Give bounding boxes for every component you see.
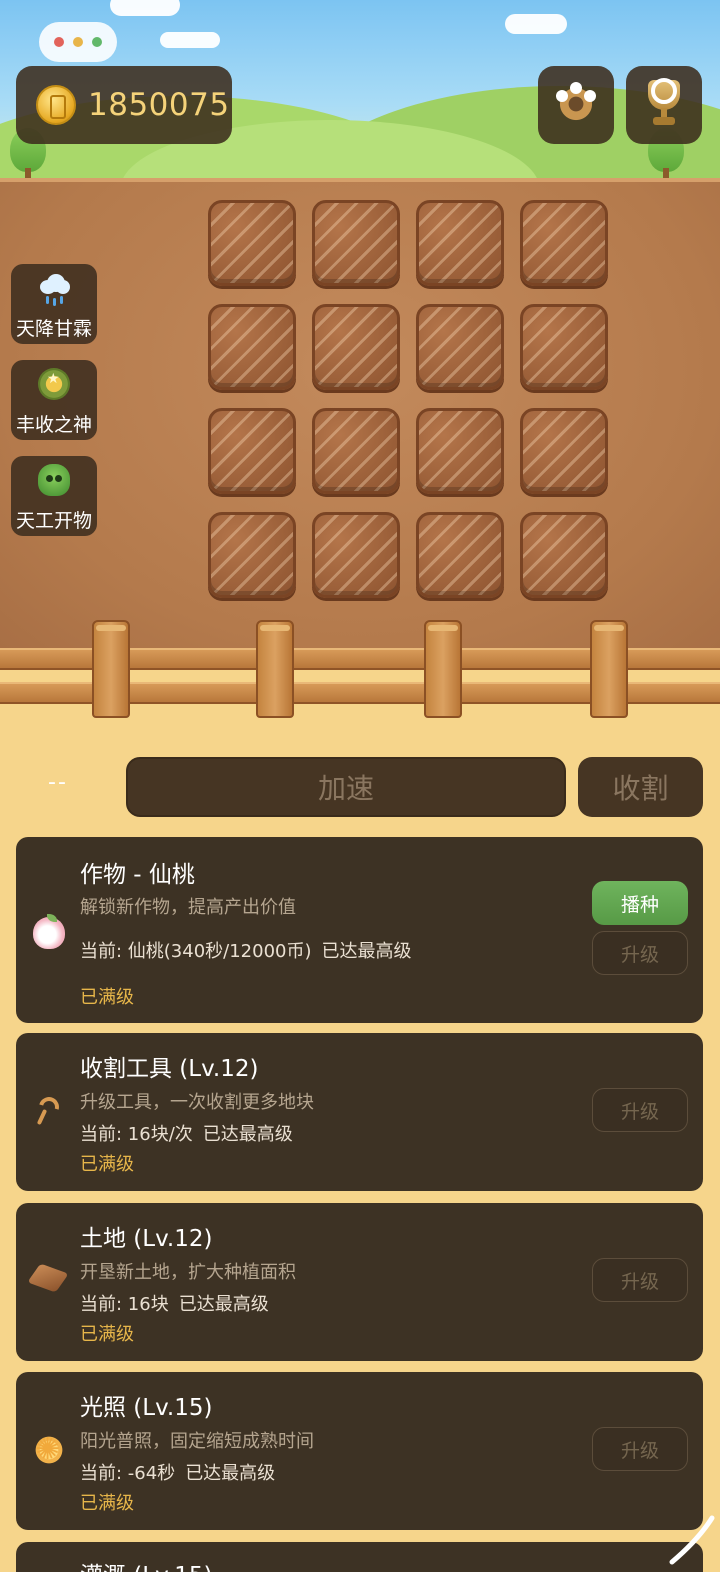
card-title: 作物 - 仙桃 <box>80 862 195 888</box>
skill-label: 天工开物 <box>15 510 92 532</box>
upgrade-button[interactable]: 升级 <box>592 1088 688 1132</box>
upgrade-card-irrigation: 灌溉 (Lv.15) <box>16 1542 703 1572</box>
gear-icon <box>556 82 596 122</box>
card-description: 解锁新作物，提高产出价值 <box>80 897 296 918</box>
farm-plot[interactable] <box>416 304 504 390</box>
status-badge: 已满级 <box>80 987 134 1008</box>
current-value: 当前: -64秒 <box>80 1463 176 1484</box>
farm-plot[interactable] <box>520 200 608 286</box>
farm-plot[interactable] <box>208 512 296 598</box>
max-note: 已达最高级 <box>178 1294 269 1315</box>
card-description: 升级工具，一次收割更多地块 <box>80 1092 314 1113</box>
farm-plot[interactable] <box>208 408 296 494</box>
trophy-icon <box>648 78 680 128</box>
peach-icon <box>33 914 65 949</box>
current-value: 当前: 16块/次 <box>80 1124 193 1145</box>
card-title: 土地 (Lv.12) <box>80 1226 213 1252</box>
status-badge: 已满级 <box>80 1493 134 1514</box>
maximize-dot[interactable] <box>92 37 102 47</box>
minimize-dot[interactable] <box>73 37 83 47</box>
scroll-indicator[interactable] <box>668 1500 718 1570</box>
upgrade-button[interactable]: 升级 <box>592 1258 688 1302</box>
card-current: 当前: 仙桃(340秒/12000币) 已达最高级 <box>80 937 412 963</box>
upgrade-card-land: 土地 (Lv.12) 开垦新土地，扩大种植面积 当前: 16块 已达最高级 已满级… <box>16 1203 703 1361</box>
sun-icon <box>33 1432 65 1468</box>
farm-plot[interactable] <box>312 304 400 390</box>
golem-icon <box>38 464 70 496</box>
farm-plot[interactable] <box>520 512 608 598</box>
upgrade-card-crop: 作物 - 仙桃 解锁新作物，提高产出价值 当前: 仙桃(340秒/12000币)… <box>16 837 703 1023</box>
farm-plot[interactable] <box>208 200 296 286</box>
close-dot[interactable] <box>54 37 64 47</box>
status-badge: 已满级 <box>80 1154 134 1175</box>
upgrade-button[interactable]: 升级 <box>592 1427 688 1471</box>
skill-harvest-god-button[interactable]: 丰收之神 <box>11 360 97 440</box>
farm-plot[interactable] <box>312 512 400 598</box>
status-badge: 已满级 <box>80 1324 134 1345</box>
sow-button[interactable]: 播种 <box>592 881 688 925</box>
farm-plot[interactable] <box>416 512 504 598</box>
farm-plot[interactable] <box>208 304 296 390</box>
skill-label: 天降甘霖 <box>15 318 92 340</box>
current-value: 当前: 16块 <box>80 1294 169 1315</box>
farm-plot[interactable] <box>416 408 504 494</box>
card-title: 光照 (Lv.15) <box>80 1395 213 1421</box>
card-current: 当前: -64秒 已达最高级 <box>80 1459 275 1485</box>
sickle-icon <box>33 1093 65 1127</box>
max-note: 已达最高级 <box>202 1124 293 1145</box>
card-description: 阳光普照，固定缩短成熟时间 <box>80 1431 314 1452</box>
trophy-button[interactable] <box>626 66 702 144</box>
max-note: 已达最高级 <box>185 1463 276 1484</box>
skill-craft-button[interactable]: 天工开物 <box>11 456 97 536</box>
soil-icon <box>27 1263 69 1299</box>
status-text: -- <box>48 770 68 795</box>
window-controls[interactable] <box>39 22 117 62</box>
harvest-button[interactable]: 收割 <box>578 757 703 817</box>
skill-label: 丰收之神 <box>15 414 92 436</box>
farm-plot[interactable] <box>520 408 608 494</box>
rain-cloud-icon <box>38 272 70 306</box>
card-description: 开垦新土地，扩大种植面积 <box>80 1262 296 1283</box>
speed-up-button[interactable]: 加速 <box>126 757 566 817</box>
coin-counter: 1850075 <box>16 66 232 144</box>
max-note: 已达最高级 <box>321 941 412 962</box>
upgrade-button[interactable]: 升级 <box>592 931 688 975</box>
settings-button[interactable] <box>538 66 614 144</box>
upgrade-card-sunlight: 光照 (Lv.15) 阳光普照，固定缩短成熟时间 当前: -64秒已达最高级 已… <box>16 1372 703 1530</box>
farm-plot[interactable] <box>312 408 400 494</box>
medal-icon <box>38 368 70 400</box>
coin-icon <box>36 85 76 125</box>
card-current: 当前: 16块 已达最高级 <box>80 1290 269 1316</box>
current-value: 当前: 仙桃(340秒/12000币) <box>80 941 312 962</box>
farm-plot[interactable] <box>520 304 608 390</box>
card-current: 当前: 16块/次 已达最高级 <box>80 1120 293 1146</box>
card-title: 灌溉 (Lv.15) <box>80 1556 212 1572</box>
farm-plot[interactable] <box>416 200 504 286</box>
wooden-fence <box>0 620 720 720</box>
coin-value: 1850075 <box>88 87 230 123</box>
farm-plot[interactable] <box>312 200 400 286</box>
upgrade-card-tool: 收割工具 (Lv.12) 升级工具，一次收割更多地块 当前: 16块/次 已达最高… <box>16 1033 703 1191</box>
skill-rain-button[interactable]: 天降甘霖 <box>11 264 97 344</box>
card-title: 收割工具 (Lv.12) <box>80 1056 259 1082</box>
